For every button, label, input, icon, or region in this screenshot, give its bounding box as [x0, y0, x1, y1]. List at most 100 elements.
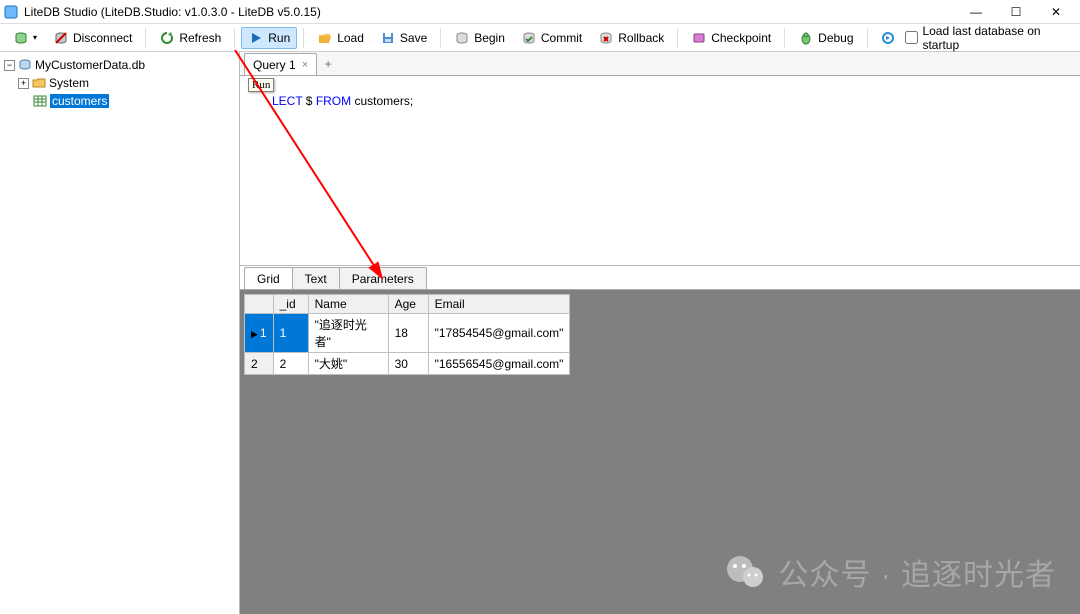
run-tooltip: Run	[248, 78, 274, 92]
grid-header-id[interactable]: _id	[273, 295, 308, 314]
database-open-icon	[13, 30, 29, 46]
disconnect-label: Disconnect	[73, 31, 132, 45]
commit-button[interactable]: Commit	[514, 27, 589, 49]
watermark: 公众号 · 追逐时光者	[724, 550, 1056, 594]
minimize-button[interactable]: —	[956, 0, 996, 24]
result-tab-text[interactable]: Text	[292, 267, 340, 289]
query-tab-close-icon[interactable]: ×	[302, 59, 308, 71]
grid-cell-age[interactable]: 30	[388, 353, 428, 375]
load-last-checkbox-wrap[interactable]: Load last database on startup	[905, 24, 1066, 52]
commit-icon	[521, 30, 537, 46]
result-tab-grid[interactable]: Grid	[244, 267, 293, 289]
load-last-label: Load last database on startup	[922, 24, 1066, 52]
load-last-checkbox[interactable]	[905, 31, 918, 44]
window-title: LiteDB Studio (LiteDB.Studio: v1.0.3.0 -…	[24, 5, 956, 19]
save-button[interactable]: Save	[373, 27, 434, 49]
debug-label: Debug	[818, 31, 853, 45]
grid-cell-name[interactable]: "大姚"	[308, 353, 388, 375]
refresh-button[interactable]: Refresh	[152, 27, 228, 49]
database-tree[interactable]: − MyCustomerData.db + System customers	[0, 52, 240, 614]
grid-header-age[interactable]: Age	[388, 295, 428, 314]
grid-cell-name[interactable]: "追逐时光者"	[308, 314, 388, 353]
grid-cell-id[interactable]: 1	[273, 314, 308, 353]
sql-editor[interactable]: Run LECT $ FROM customers;	[240, 76, 1080, 266]
circle-arrow-icon	[880, 30, 896, 46]
begin-label: Begin	[474, 31, 505, 45]
close-button[interactable]: ✕	[1036, 0, 1076, 24]
grid-row-index[interactable]: 2	[245, 353, 274, 375]
wechat-icon	[724, 551, 766, 593]
table-row[interactable]: 2 2 "大姚" 30 "16556545@gmail.com"	[245, 353, 570, 375]
checkpoint-icon	[691, 30, 707, 46]
toolbar-separator	[440, 28, 441, 48]
checkpoint-button[interactable]: Checkpoint	[684, 27, 778, 49]
checkpoint-label: Checkpoint	[711, 31, 771, 45]
sql-token: $	[302, 94, 315, 108]
save-icon	[380, 30, 396, 46]
toolbar-extra-button[interactable]	[873, 27, 903, 49]
result-grid-pane: _id Name Age Email 1 1 "追逐时光者" 18 "17854…	[240, 290, 1080, 614]
query-tab-add[interactable]: +	[316, 53, 340, 75]
toolbar: ▾ Disconnect Refresh Run Load Save Begin…	[0, 24, 1080, 52]
grid-row-index[interactable]: 1	[245, 314, 274, 353]
rollback-icon	[598, 30, 614, 46]
save-label: Save	[400, 31, 427, 45]
tree-root[interactable]: − MyCustomerData.db	[2, 56, 237, 74]
grid-header-blank[interactable]	[245, 295, 274, 314]
bug-icon	[798, 30, 814, 46]
commit-label: Commit	[541, 31, 582, 45]
debug-button[interactable]: Debug	[791, 27, 860, 49]
toolbar-dropdown[interactable]: ▾	[6, 27, 44, 49]
query-tab-1-label: Query 1	[253, 58, 296, 72]
disconnect-button[interactable]: Disconnect	[46, 27, 139, 49]
title-bar: LiteDB Studio (LiteDB.Studio: v1.0.3.0 -…	[0, 0, 1080, 24]
sql-keyword: LECT	[272, 94, 302, 108]
expand-toggle[interactable]: −	[4, 60, 15, 71]
toolbar-separator	[677, 28, 678, 48]
refresh-icon	[159, 30, 175, 46]
result-grid[interactable]: _id Name Age Email 1 1 "追逐时光者" 18 "17854…	[244, 294, 570, 375]
toolbar-separator	[145, 28, 146, 48]
maximize-button[interactable]: ☐	[996, 0, 1036, 24]
folder-open-icon	[317, 30, 333, 46]
tree-customers[interactable]: customers	[2, 92, 237, 110]
load-label: Load	[337, 31, 364, 45]
toolbar-separator	[234, 28, 235, 48]
grid-cell-email[interactable]: "17854545@gmail.com"	[428, 314, 570, 353]
tree-customers-label: customers	[50, 94, 109, 108]
grid-cell-email[interactable]: "16556545@gmail.com"	[428, 353, 570, 375]
run-button[interactable]: Run	[241, 27, 297, 49]
table-icon	[32, 94, 48, 108]
grid-header-email[interactable]: Email	[428, 295, 570, 314]
grid-header-name[interactable]: Name	[308, 295, 388, 314]
play-icon	[248, 30, 264, 46]
result-tab-strip: Grid Text Parameters	[240, 266, 1080, 290]
rollback-label: Rollback	[618, 31, 664, 45]
load-button[interactable]: Load	[310, 27, 371, 49]
tree-root-label: MyCustomerData.db	[35, 58, 145, 72]
toolbar-separator	[867, 28, 868, 48]
toolbar-separator	[784, 28, 785, 48]
database-icon	[17, 58, 33, 72]
result-tab-parameters[interactable]: Parameters	[339, 267, 427, 289]
query-tab-1[interactable]: Query 1 ×	[244, 53, 317, 75]
folder-icon	[31, 76, 47, 90]
tree-system-label: System	[49, 76, 89, 90]
grid-cell-age[interactable]: 18	[388, 314, 428, 353]
rollback-button[interactable]: Rollback	[591, 27, 671, 49]
expand-toggle[interactable]: +	[18, 78, 29, 89]
watermark-text: 公众号 · 追逐时光者	[778, 550, 1056, 594]
app-icon	[4, 5, 18, 19]
begin-button[interactable]: Begin	[447, 27, 512, 49]
sql-keyword: FROM	[316, 94, 351, 108]
table-row[interactable]: 1 1 "追逐时光者" 18 "17854545@gmail.com"	[245, 314, 570, 353]
sql-token: customers;	[351, 94, 413, 108]
grid-cell-id[interactable]: 2	[273, 353, 308, 375]
refresh-label: Refresh	[179, 31, 221, 45]
toolbar-separator	[303, 28, 304, 48]
query-tab-strip: Query 1 × +	[240, 52, 1080, 76]
run-label: Run	[268, 31, 290, 45]
disconnect-icon	[53, 30, 69, 46]
begin-icon	[454, 30, 470, 46]
tree-system[interactable]: + System	[2, 74, 237, 92]
